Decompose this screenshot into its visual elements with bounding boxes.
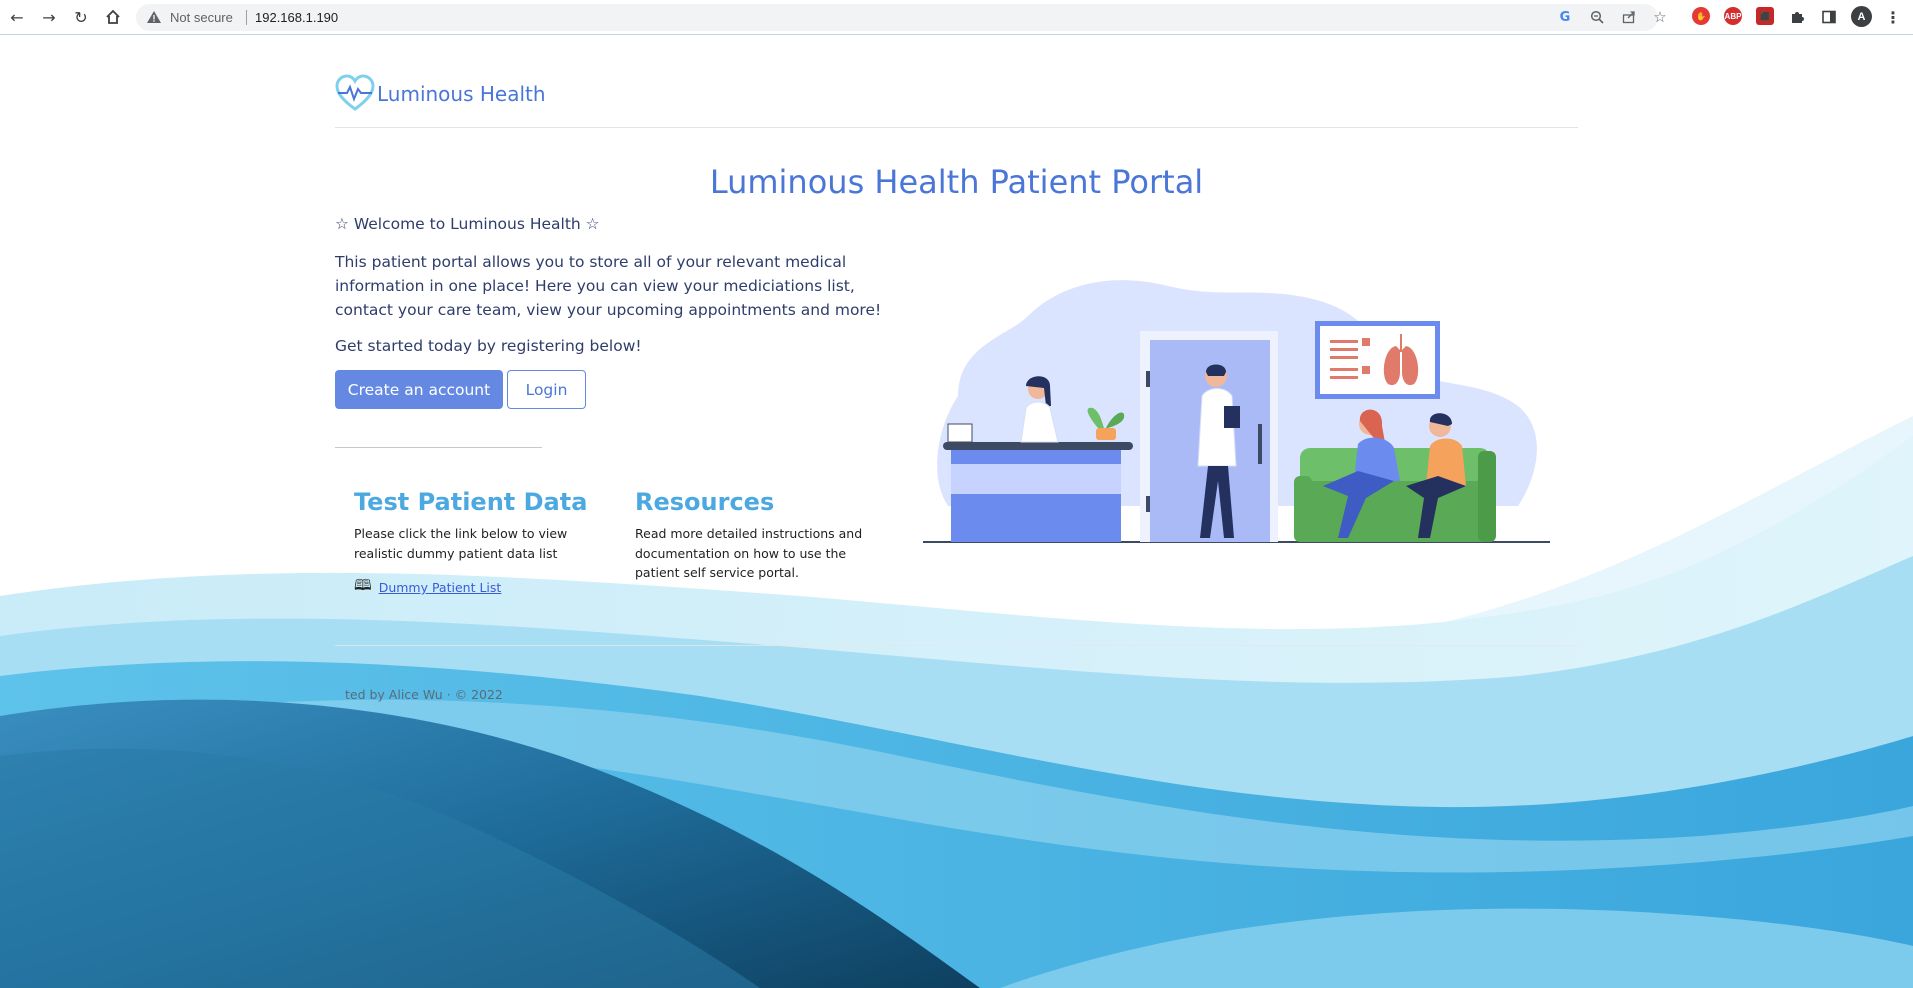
browser-toolbar: ← → ↻ Not secure 192.168.1.190 G ☆ ✋ ABP…	[0, 0, 1913, 35]
omnibox-separator	[246, 10, 247, 25]
create-account-button[interactable]: Create an account	[335, 370, 503, 409]
reload-icon[interactable]: ↻	[70, 6, 92, 28]
resources-text: Read more detailed instructions and docu…	[635, 526, 863, 580]
intro-text: This patient portal allows you to store …	[335, 253, 882, 319]
home-icon[interactable]	[102, 6, 124, 28]
get-started-text: Get started today by registering below!	[335, 337, 642, 355]
menu-kebab-icon[interactable]: ⋮	[1882, 6, 1904, 28]
warning-icon[interactable]	[146, 9, 162, 25]
pdf-extension-icon[interactable]: ⬛	[1756, 7, 1774, 25]
share-icon[interactable]	[1620, 8, 1638, 26]
dummy-patient-list-link[interactable]: Dummy Patient List	[379, 580, 502, 595]
dummy-patient-link-row: 🕮 Dummy Patient List	[354, 575, 501, 600]
brand-name[interactable]: Luminous Health	[377, 82, 546, 106]
adblock-extension-icon[interactable]: ABP	[1724, 7, 1742, 25]
back-icon[interactable]: ←	[6, 6, 28, 28]
side-panel-icon[interactable]	[1818, 6, 1840, 28]
resources-title: Resources	[635, 488, 775, 516]
google-icon[interactable]: G	[1556, 8, 1574, 26]
book-icon: 🕮	[354, 576, 372, 594]
login-button[interactable]: Login	[507, 370, 586, 409]
section-divider	[335, 447, 542, 448]
profile-avatar[interactable]: A	[1851, 6, 1872, 27]
stop-extension-icon[interactable]: ✋	[1692, 7, 1710, 25]
clinic-illustration	[923, 280, 1550, 543]
adblock-label: ABP	[1724, 11, 1742, 21]
profile-initial: A	[1857, 10, 1866, 23]
address-bar[interactable]: Not secure 192.168.1.190 G ☆	[136, 4, 1667, 31]
zoom-icon[interactable]	[1588, 8, 1606, 26]
extensions-puzzle-icon[interactable]	[1786, 6, 1808, 28]
welcome-text: ☆ Welcome to Luminous Health ☆	[335, 215, 600, 233]
footer-credit: ted by Alice Wu · © 2022	[345, 687, 503, 702]
footer-divider	[335, 645, 1578, 646]
url-text[interactable]: 192.168.1.190	[255, 10, 338, 25]
heart-pulse-logo-icon[interactable]	[335, 74, 375, 114]
security-label[interactable]: Not secure	[170, 10, 233, 25]
header-divider	[335, 127, 1578, 128]
page-title: Luminous Health Patient Portal	[709, 163, 1204, 201]
bookmark-star-icon[interactable]: ☆	[1651, 8, 1669, 26]
forward-icon[interactable]: →	[38, 6, 60, 28]
test-patient-data-title: Test Patient Data	[354, 488, 588, 516]
test-patient-data-text: Please click the link below to view real…	[354, 526, 568, 561]
site-header: Luminous Health	[335, 74, 546, 114]
